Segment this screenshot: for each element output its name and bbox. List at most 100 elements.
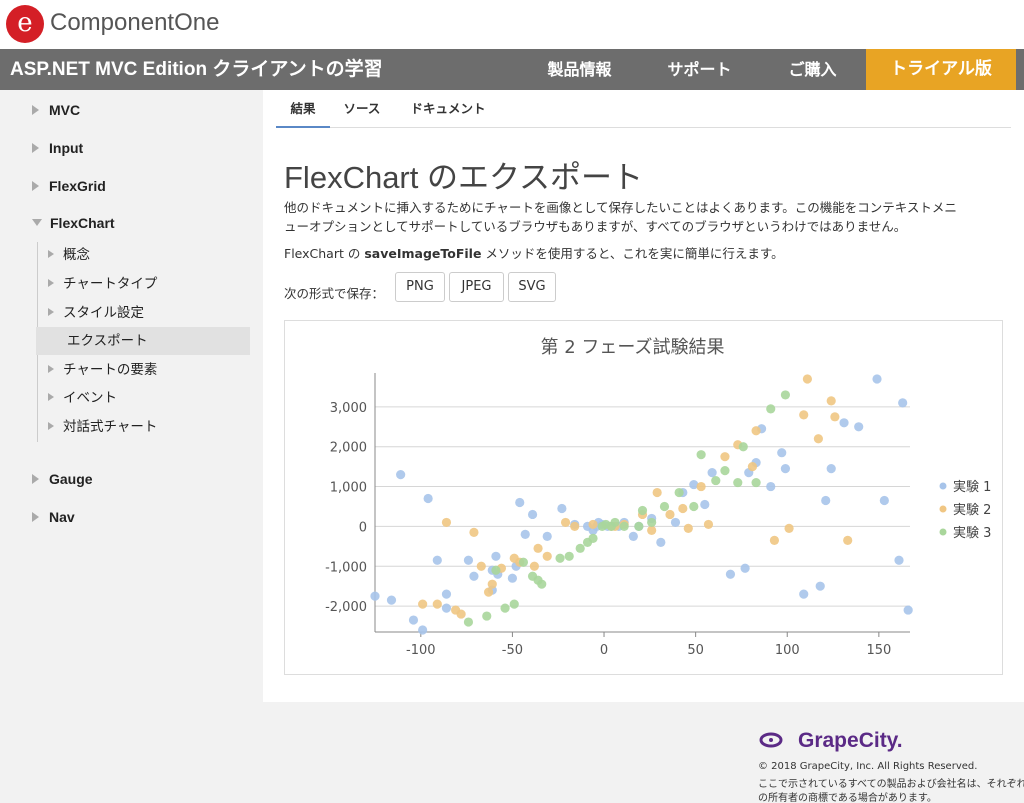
data-point-series-2: [456, 609, 466, 619]
data-point-series-3: [780, 390, 791, 400]
expand-arrow-icon: [32, 181, 39, 191]
save-png-button[interactable]: PNG: [395, 272, 445, 302]
sidebar-subitem-label: チャートの要素: [63, 362, 158, 378]
data-point-series-2: [683, 523, 693, 533]
tab-source[interactable]: ソース: [334, 90, 390, 128]
data-point-series-1: [441, 589, 452, 599]
sidebar-subitem-interactive-chart[interactable]: 対話式チャート: [48, 414, 157, 440]
data-point-series-2: [533, 543, 543, 553]
sidebar-subitem-chart-types[interactable]: チャートタイプ: [48, 271, 157, 297]
x-tick-label: 100: [775, 643, 800, 658]
data-point-series-2: [560, 517, 571, 528]
data-point-series-1: [839, 418, 849, 428]
y-tick-label: 1,000: [330, 481, 367, 496]
data-point-series-3: [738, 442, 748, 452]
sidebar-item-input[interactable]: Input: [32, 136, 83, 160]
data-point-series-3: [733, 477, 743, 488]
x-tick-label: 150: [866, 643, 891, 658]
expand-arrow-icon: [48, 365, 54, 373]
data-point-series-3: [537, 579, 547, 589]
sidebar-subitem-label: スタイル設定: [63, 305, 144, 321]
method-suffix: メソッドを使用すると、これを実に簡単に行えます。: [481, 246, 784, 261]
main-content: 結果 ソース ドキュメント FlexChart のエクスポート 他のドキュメント…: [263, 90, 1024, 702]
chart-svg: 第 2 フェーズ試験結果 -2,000 -1,000 0 1,000 2,000 3,000…: [325, 337, 991, 658]
data-point-series-3: [463, 617, 474, 627]
data-point-series-1: [740, 563, 750, 573]
sidebar-item-label: FlexGrid: [49, 178, 106, 194]
tab-result[interactable]: 結果: [276, 90, 330, 128]
data-point-series-2: [830, 412, 840, 422]
trial-button[interactable]: トライアル版: [866, 49, 1016, 90]
sidebar-item-mvc[interactable]: MVC: [32, 98, 80, 122]
sidebar-item-label: MVC: [49, 102, 81, 118]
data-point-series-1: [432, 555, 442, 565]
data-point-series-3: [610, 517, 620, 528]
expand-arrow-icon: [48, 250, 54, 258]
method-name: saveImageToFile: [364, 246, 482, 261]
nav-link-products[interactable]: 製品情報: [527, 49, 632, 90]
nav-link-purchase[interactable]: ご購入: [760, 49, 865, 90]
data-point-series-2: [588, 519, 598, 530]
flexchart[interactable]: 第 2 フェーズ試験結果 -2,000 -1,000 0 1,000 2,000 3,000…: [284, 320, 1003, 675]
legend-marker-series-3: [939, 528, 947, 536]
legend-marker-series-2: [939, 505, 947, 513]
data-point-series-2: [799, 410, 809, 420]
data-point-series-3: [637, 505, 648, 516]
sidebar-subitem-label: 概念: [63, 247, 90, 263]
x-tick-label: -50: [502, 643, 523, 658]
save-svg-button[interactable]: SVG: [508, 272, 556, 302]
method-prefix: FlexChart の: [284, 246, 365, 261]
componentone-logo-icon[interactable]: e: [6, 5, 44, 43]
data-point-series-1: [854, 422, 864, 432]
expand-arrow-icon: [48, 308, 54, 316]
sidebar-item-gauge[interactable]: Gauge: [32, 467, 93, 491]
data-point-series-3: [482, 611, 492, 621]
save-jpeg-button[interactable]: JPEG: [449, 272, 504, 302]
sidebar-item-flexgrid[interactable]: FlexGrid: [32, 174, 106, 198]
description-line-2: ューオプションとしてサポートしているブラウザもありますが、すべてのブラウザという…: [284, 219, 907, 234]
x-tick-label: 50: [687, 643, 704, 658]
sidebar-subitem-concepts[interactable]: 概念: [48, 242, 90, 268]
sidebar-item-label: FlexChart: [50, 215, 115, 231]
grapecity-logo[interactable]: GrapeCity.: [758, 726, 918, 758]
data-point-series-3: [674, 487, 684, 498]
sidebar-subitem-export[interactable]: エクスポート: [36, 327, 250, 355]
data-point-series-1: [542, 531, 552, 541]
data-point-series-1: [826, 464, 836, 474]
data-point-series-1: [898, 398, 908, 408]
data-point-series-2: [747, 462, 758, 472]
y-tick-label: 2,000: [330, 441, 367, 456]
tab-document[interactable]: ドキュメント: [400, 90, 496, 128]
nav-link-support[interactable]: サポート: [647, 49, 752, 90]
expand-arrow-icon: [48, 422, 54, 430]
brand-name[interactable]: ComponentOne: [50, 9, 219, 37]
expand-arrow-icon: [32, 512, 39, 522]
y-tick-label: -1,000: [325, 560, 367, 575]
sidebar-item-nav[interactable]: Nav: [32, 505, 75, 529]
data-point-series-1: [777, 448, 787, 458]
data-point-series-2: [441, 517, 452, 528]
trademark-text-1: ここで示されているすべての製品および会社名は、それぞれ: [758, 779, 1024, 790]
grapecity-logo-text: GrapeCity.: [798, 729, 903, 752]
nav-title[interactable]: ASP.NET MVC Edition クライアントの学習: [10, 49, 383, 90]
data-point-series-1: [815, 581, 825, 591]
legend-label-series-1: 実験 1: [953, 479, 991, 495]
data-point-series-2: [843, 535, 853, 545]
description-line-1: 他のドキュメントに挿入するためにチャートを画像として保存したいことはよくあります…: [284, 200, 957, 215]
legend-marker-series-1: [939, 482, 947, 490]
top-navigation: ASP.NET MVC Edition クライアントの学習 製品情報 サポート …: [0, 49, 1024, 90]
sidebar-subitem-events[interactable]: イベント: [48, 385, 117, 411]
collapse-arrow-icon: [32, 219, 42, 226]
data-point-series-2: [418, 599, 428, 609]
legend-label-series-2: 実験 2: [953, 502, 991, 518]
sidebar-subitem-styling[interactable]: スタイル設定: [48, 300, 144, 326]
data-point-series-2: [542, 551, 552, 561]
chart-title: 第 2 フェーズ試験結果: [541, 337, 725, 358]
data-point-series-1: [370, 591, 380, 601]
sidebar-item-flexchart[interactable]: FlexChart: [32, 211, 115, 235]
grapecity-logo-icon: GrapeCity.: [759, 729, 903, 752]
data-point-series-1: [520, 529, 530, 539]
data-point-series-1: [507, 573, 518, 583]
sidebar-subitem-chart-elements[interactable]: チャートの要素: [48, 357, 157, 383]
data-point-series-3: [491, 565, 501, 575]
